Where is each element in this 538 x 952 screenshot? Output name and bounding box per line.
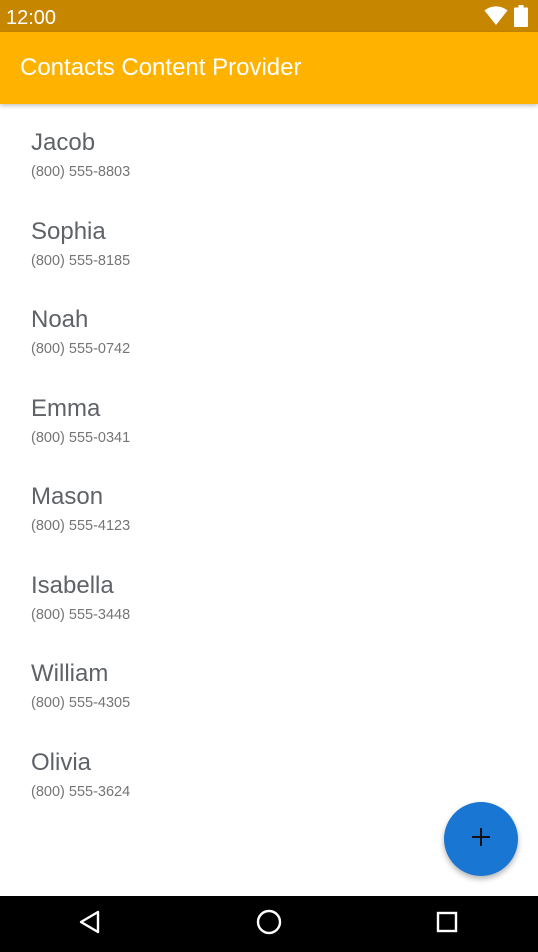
contact-name: Isabella <box>31 571 114 599</box>
contact-name: Olivia <box>31 748 92 776</box>
contact-item-noah[interactable]: Noah (800) 555-0742 <box>0 281 538 369</box>
status-bar: 12:00 <box>0 0 538 32</box>
contact-name: Mason <box>31 483 104 510</box>
contact-name: Sophia <box>31 217 106 245</box>
home-icon <box>255 908 283 941</box>
contact-name: Jacob <box>31 129 96 156</box>
home-button[interactable] <box>253 908 285 940</box>
status-time: 12:00 <box>6 7 57 29</box>
contact-name: Emma <box>31 394 101 422</box>
contact-phone: (800) 555-3624 <box>31 783 131 800</box>
contact-list[interactable]: Jacob (800) 555-8803 Sophia (800) 555-81… <box>0 104 538 896</box>
contact-phone: (800) 555-0742 <box>31 341 131 357</box>
contact-name: William <box>31 660 109 687</box>
contact-item-emma[interactable]: Emma (800) 555-0341 <box>0 370 538 458</box>
add-contact-button[interactable] <box>444 802 518 876</box>
contact-phone: (800) 555-8185 <box>31 252 131 269</box>
nav-bar <box>0 896 538 952</box>
back-icon <box>77 909 103 940</box>
contact-item-jacob[interactable]: Jacob (800) 555-8803 <box>0 104 538 192</box>
screen: 12:00 Contacts Content Provider Jacob (8… <box>0 0 538 952</box>
contact-item-william[interactable]: William (800) 555-4305 <box>0 635 538 723</box>
contact-item-mason[interactable]: Mason (800) 555-4123 <box>0 458 538 546</box>
contact-item-isabella[interactable]: Isabella (800) 555-3448 <box>0 547 538 635</box>
back-button[interactable] <box>74 908 106 940</box>
contact-item-olivia[interactable]: Olivia (800) 555-3624 <box>0 724 538 812</box>
status-icons <box>484 5 528 32</box>
contact-phone: (800) 555-3448 <box>31 606 131 623</box>
recents-button[interactable] <box>431 908 463 940</box>
app-title: Contacts Content Provider <box>20 54 302 81</box>
contact-phone: (800) 555-4305 <box>31 695 131 711</box>
wifi-icon <box>484 6 508 31</box>
contact-name: Noah <box>31 306 89 333</box>
contact-phone: (800) 555-4123 <box>31 518 131 534</box>
battery-icon <box>514 5 528 32</box>
app-bar: Contacts Content Provider <box>0 32 538 104</box>
contact-phone: (800) 555-8803 <box>31 164 131 180</box>
recents-icon <box>435 910 459 939</box>
contact-item-sophia[interactable]: Sophia (800) 555-8185 <box>0 193 538 281</box>
contact-phone: (800) 555-0341 <box>31 429 131 446</box>
plus-icon <box>471 827 491 852</box>
